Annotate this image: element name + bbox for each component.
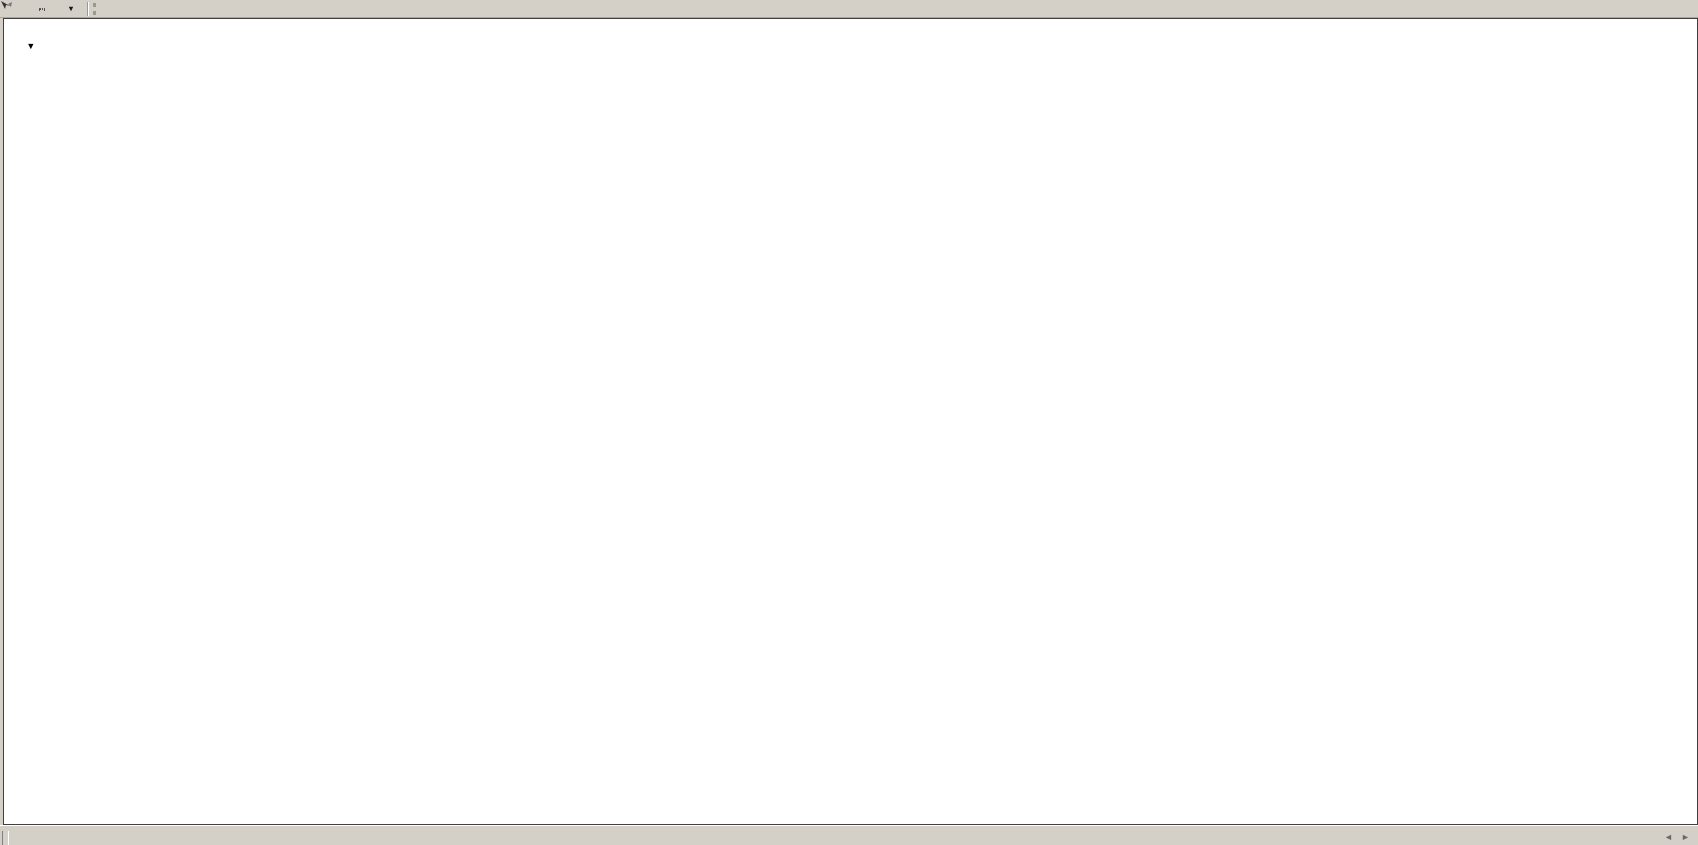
cursor-tools-dropdown[interactable]: ▾	[57, 1, 83, 16]
chart-canvas[interactable]	[4, 19, 1697, 824]
chevron-down-icon: ▾	[69, 4, 73, 13]
chart-window: ▼	[3, 18, 1698, 825]
text-tool-button[interactable]	[29, 1, 55, 16]
mt4-terminal: { "toolbar": { "tools": [ {"label":"A"},…	[0, 0, 1698, 845]
symbol-tabbar: ◄ ►	[0, 825, 1698, 845]
toolbar-separator	[87, 2, 89, 16]
tabbar-grip	[2, 831, 9, 845]
toolbar-grip[interactable]	[93, 3, 100, 15]
chart-dropdown-icon[interactable]: ▼	[26, 41, 37, 51]
tab-scroll-right-icon[interactable]: ►	[1677, 829, 1694, 845]
text-tool-icon	[39, 8, 45, 10]
tab-scroll-buttons: ◄ ►	[1660, 829, 1694, 845]
toolbar: ▾	[0, 0, 1698, 18]
tab-scroll-left-icon[interactable]: ◄	[1660, 829, 1677, 845]
chart-title: ▼	[13, 24, 54, 66]
cursor-arrows-icon	[0, 0, 13, 11]
